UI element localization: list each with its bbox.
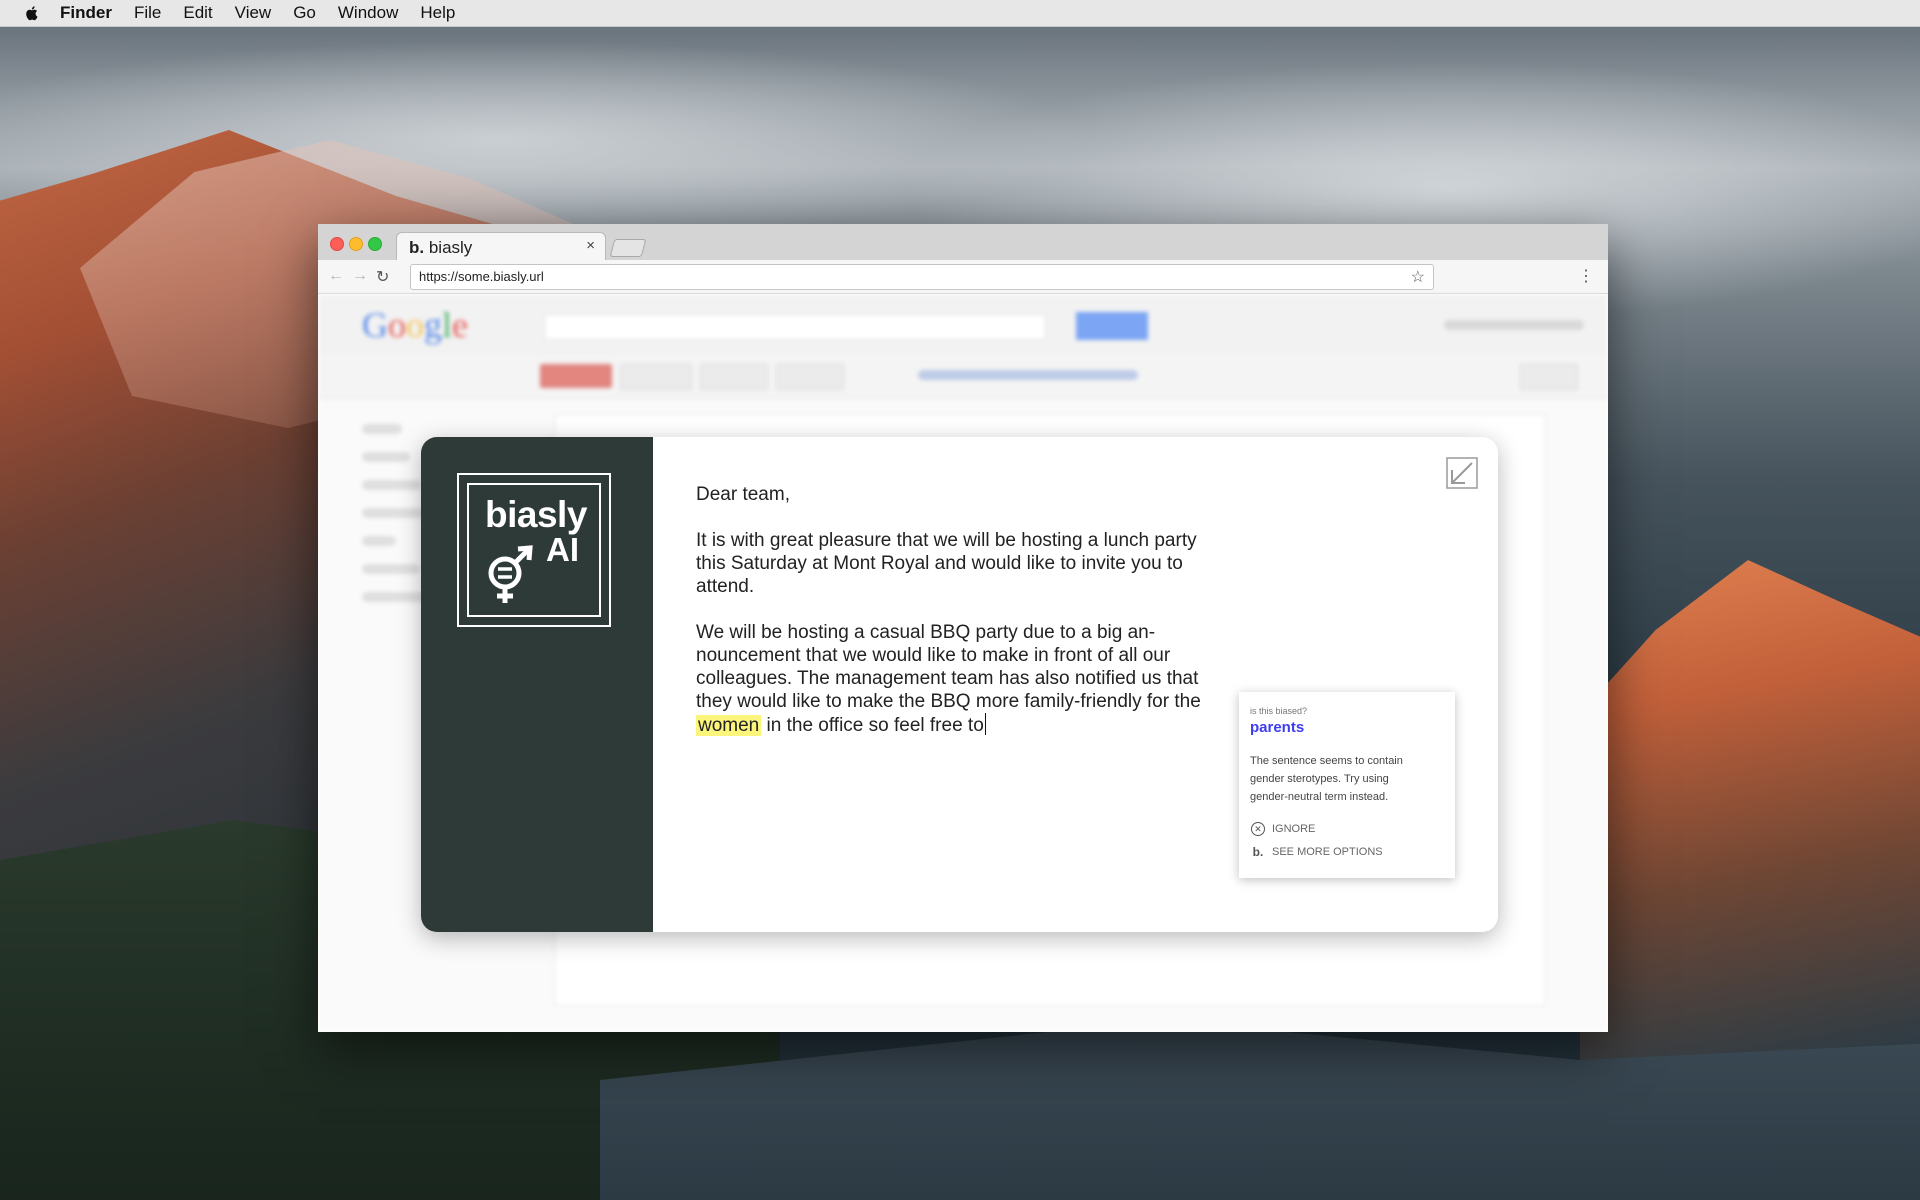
suggestion-description: The sentence seems to contain gender ste… [1250,755,1403,803]
email-paragraph-1: It is with great pleasure that we will b… [696,530,1197,597]
minimize-window-button[interactable] [349,237,363,251]
close-window-button[interactable] [330,237,344,251]
ignore-button[interactable]: ✕ IGNORE [1250,822,1315,836]
reload-icon[interactable]: ↻ [376,267,389,287]
text-caret [984,713,986,735]
biasly-sidebar: biasly AI [421,437,653,932]
close-tab-icon[interactable]: × [586,237,595,254]
gmail-search-box [544,314,1046,340]
email-text: We will be hosting a casual BBQ party du… [696,622,1201,712]
menu-go[interactable]: Go [293,3,316,23]
browser-titlebar: b. biasly × [318,224,1608,262]
menu-window[interactable]: Window [338,3,398,23]
browser-toolbar: ← → ↻ https://some.biasly.url ☆ ⋮ [318,260,1608,294]
gmail-button [620,364,692,390]
tab-title: b. biasly [409,238,472,258]
email-text: in the office so feel free to [766,715,984,736]
see-more-options-label: SEE MORE OPTIONS [1272,846,1383,858]
biased-word-highlight[interactable]: women [696,715,762,736]
bookmark-star-icon[interactable]: ☆ [1411,267,1425,287]
menu-edit[interactable]: Edit [183,3,212,23]
biasly-b-icon: b. [1250,845,1266,859]
logo-ai-text: AI [546,531,579,568]
gmail-action-bar [318,354,1608,399]
menu-help[interactable]: Help [420,3,455,23]
gmail-header: Google [318,294,1608,354]
see-more-options-button[interactable]: b. SEE MORE OPTIONS [1250,845,1383,859]
logo-wordmark: biasly [485,494,587,535]
menu-file[interactable]: File [134,3,161,23]
email-paragraph-2: We will be hosting a casual BBQ party du… [696,621,1216,737]
email-editor[interactable]: Dear team, It is with great pleasure tha… [696,483,1216,760]
address-bar[interactable]: https://some.biasly.url ☆ [410,264,1434,290]
ignore-label: IGNORE [1272,823,1316,835]
suggested-word[interactable]: parents [1250,719,1304,736]
gmail-tip [918,370,1138,380]
biasly-modal: biasly AI Dear team, It is with great pl… [421,437,1498,932]
zoom-window-button[interactable] [368,237,382,251]
browser-menu-icon[interactable]: ⋮ [1578,266,1594,286]
close-circle-icon: ✕ [1251,822,1265,836]
new-tab-button[interactable] [609,239,647,257]
gmail-button [776,364,844,390]
gmail-settings [1520,364,1578,390]
suggestion-question: is this biased? [1250,706,1308,716]
apple-icon[interactable] [22,3,42,23]
back-arrow-icon[interactable]: ← [328,267,344,285]
gmail-search-button [1076,312,1148,340]
gender-symbol-icon [488,545,533,603]
tab-title-text: biasly [428,238,473,257]
email-greeting: Dear team, [696,484,790,505]
bias-suggestion-card: is this biased? parents The sentence see… [1239,692,1455,878]
menu-finder[interactable]: Finder [60,3,112,23]
gmail-send-button [540,364,612,388]
menu-bar: Finder File Edit View Go Window Help [0,0,1920,27]
google-logo: Google [362,305,468,345]
ignore-icon-wrap: ✕ [1250,822,1266,836]
gmail-user [1444,320,1584,330]
forward-arrow-icon[interactable]: → [352,267,368,285]
tab-biasly[interactable]: b. biasly × [396,232,606,262]
minimize-icon[interactable] [1446,457,1478,489]
tab-brand: b. [409,238,425,257]
biasly-b-text: b. [1252,845,1264,859]
gmail-button [700,364,768,390]
menu-view[interactable]: View [235,3,272,23]
url-text: https://some.biasly.url [419,269,544,284]
